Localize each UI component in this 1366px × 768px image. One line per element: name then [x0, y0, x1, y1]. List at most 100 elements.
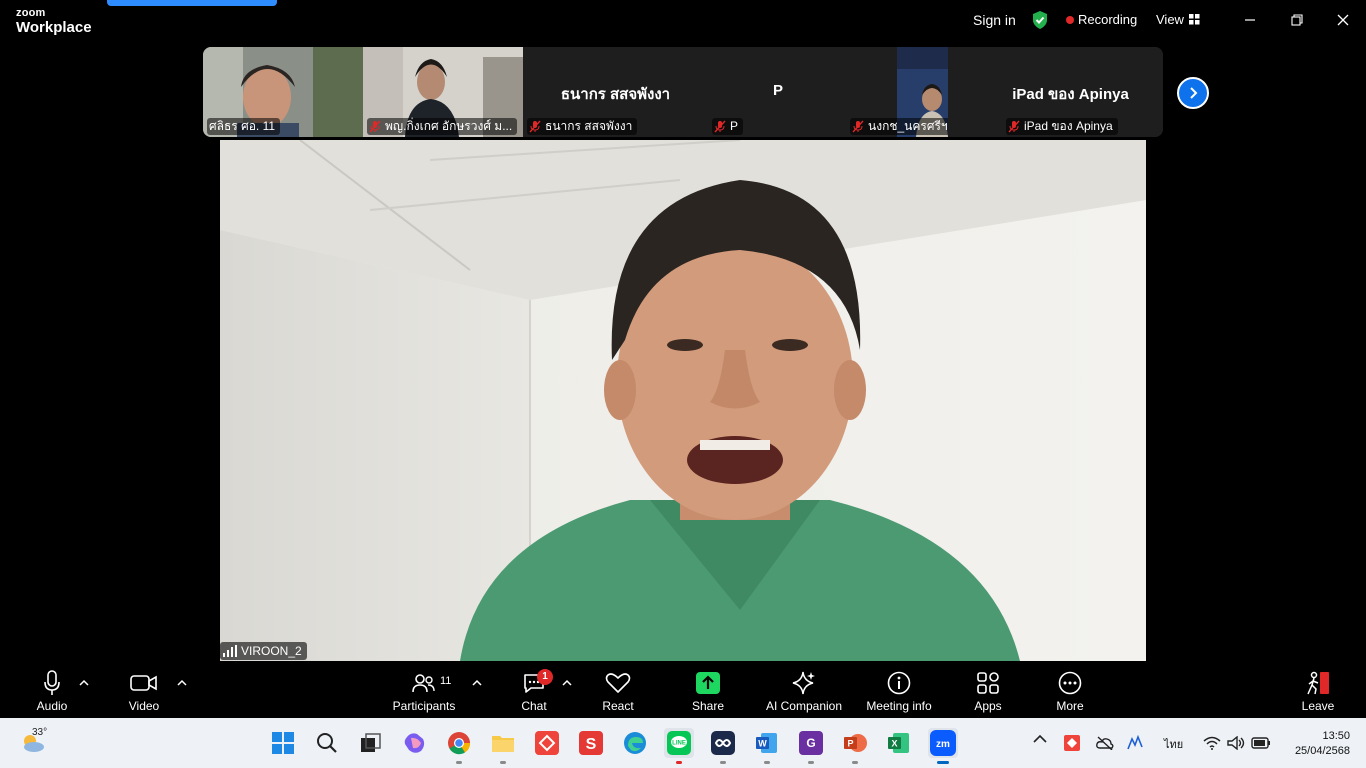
info-icon: [887, 671, 911, 695]
minimize-icon: [1245, 19, 1255, 21]
video-camera-icon: [130, 675, 157, 691]
start-button[interactable]: [268, 728, 298, 758]
audio-label: Audio: [36, 699, 68, 713]
svg-text:P: P: [847, 739, 853, 749]
grid-view-icon[interactable]: [1189, 14, 1200, 25]
svg-text:zm: zm: [936, 739, 950, 750]
more-icon: [1058, 671, 1082, 695]
windows-taskbar: 33° S LINE W G P X zm ไทย 13:50 25/04/25…: [0, 718, 1366, 768]
pdf-app[interactable]: G: [796, 728, 826, 764]
powerpoint-icon: P: [844, 734, 867, 752]
chat-label: Chat: [521, 699, 547, 713]
svg-text:LINE: LINE: [672, 741, 686, 747]
apps-button[interactable]: Apps: [968, 669, 1008, 713]
participant-tile[interactable]: P P: [708, 47, 848, 137]
leave-button[interactable]: Leave: [1298, 669, 1338, 713]
word-app[interactable]: W: [752, 728, 782, 764]
cloud-offline-icon[interactable]: [1096, 736, 1114, 750]
line-app[interactable]: LINE: [664, 728, 694, 764]
recording-label[interactable]: Recording: [1078, 12, 1137, 27]
participant-name: ธนากร สสจพังงา: [527, 118, 638, 135]
meeting-info-button[interactable]: Meeting info: [862, 669, 936, 713]
participants-icon: [412, 674, 435, 693]
battery-charging-icon[interactable]: [1251, 736, 1271, 750]
windows-logo-icon: [272, 732, 294, 754]
zoom-app[interactable]: zm: [928, 728, 958, 764]
restore-button[interactable]: [1285, 8, 1309, 32]
mic-muted-icon: [714, 120, 726, 133]
security-shield-icon[interactable]: [1031, 10, 1049, 30]
participant-name-text: iPad ของ Apinya: [1024, 119, 1113, 133]
audio-button[interactable]: Audio: [30, 669, 74, 713]
participant-tile[interactable]: พญ.กิ่งเกศ อักษรวงศ์ ม...: [363, 47, 523, 137]
active-speaker-video[interactable]: [220, 140, 1146, 661]
running-indicator: [676, 761, 682, 764]
running-indicator: [852, 761, 858, 764]
ugreen-app[interactable]: [708, 728, 738, 764]
wps-icon: S: [579, 731, 603, 755]
sign-in-link[interactable]: Sign in: [973, 12, 1016, 28]
react-button[interactable]: React: [598, 669, 638, 713]
powerpoint-app[interactable]: P: [840, 728, 870, 764]
chat-options-chevron-icon[interactable]: [562, 678, 572, 686]
video-options-chevron-icon[interactable]: [177, 678, 187, 686]
apps-icon: [977, 672, 999, 694]
meeting-toolbar: Audio Video Participants 11 Chat 1 React…: [0, 661, 1366, 718]
anydesk-tray-icon[interactable]: [1064, 735, 1080, 751]
restore-icon: [1291, 14, 1303, 26]
signal-strength-icon: [223, 645, 237, 657]
running-indicator: [937, 761, 949, 764]
participant-big-label: P: [772, 82, 783, 99]
audio-options-chevron-icon[interactable]: [79, 678, 89, 686]
heart-icon: [605, 673, 631, 693]
video-button[interactable]: Video: [122, 669, 166, 713]
meeting-info-label: Meeting info: [866, 699, 932, 713]
wps-app[interactable]: S: [576, 728, 606, 758]
participant-tile[interactable]: ศลิธร ศอ. 11: [203, 47, 363, 137]
react-label: React: [602, 699, 634, 713]
file-explorer-app[interactable]: [488, 728, 518, 764]
edge-app[interactable]: [620, 728, 650, 758]
leave-label: Leave: [1301, 699, 1335, 713]
search-button[interactable]: [312, 728, 342, 758]
ai-companion-button[interactable]: AI Companion: [762, 669, 846, 713]
more-button[interactable]: More: [1050, 669, 1090, 713]
apps-label: Apps: [974, 699, 1002, 713]
clock-time: 13:50: [1322, 730, 1350, 742]
svg-text:S: S: [586, 736, 597, 753]
excel-app[interactable]: X: [884, 728, 914, 758]
recording-dot-icon: [1066, 16, 1074, 24]
speaker-name-label: VIROON_2: [220, 642, 307, 660]
brand-zoom: zoom: [16, 7, 46, 19]
volume-icon[interactable]: [1227, 736, 1245, 750]
svg-text:G: G: [806, 736, 815, 750]
task-view-button[interactable]: [356, 728, 386, 758]
participant-tile[interactable]: นงกช_นครศรีฯ: [848, 47, 948, 137]
view-button[interactable]: View: [1156, 12, 1184, 27]
pen-input-icon[interactable]: [1126, 735, 1146, 751]
share-label: Share: [691, 699, 725, 713]
mic-muted-icon: [529, 120, 541, 133]
participant-name-text: นงกช_นครศรีฯ: [868, 119, 948, 133]
folder-icon: [492, 736, 514, 752]
copilot-app[interactable]: [400, 728, 430, 758]
minimize-button[interactable]: [1238, 8, 1262, 32]
input-language[interactable]: ไทย: [1164, 735, 1183, 753]
tray-overflow-chevron-icon[interactable]: [1033, 734, 1047, 744]
svg-text:X: X: [891, 739, 897, 749]
close-button[interactable]: [1331, 8, 1355, 32]
participant-name-text: ธนากร สสจพังงา: [545, 119, 633, 133]
excel-icon: X: [888, 733, 909, 753]
participants-options-chevron-icon[interactable]: [472, 678, 482, 686]
anydesk-app[interactable]: [532, 728, 562, 758]
task-view-icon: [361, 733, 381, 752]
participant-tile[interactable]: ธนากร สสจพังงา ธนากร สสจพังงา: [523, 47, 708, 137]
wifi-icon[interactable]: [1203, 736, 1221, 750]
chrome-app[interactable]: [444, 728, 474, 764]
app-logo: zoom Workplace: [16, 7, 92, 36]
share-button[interactable]: Share: [688, 669, 728, 713]
speaker-video-frame: [220, 140, 1146, 661]
system-clock[interactable]: 13:50 25/04/2568: [1282, 729, 1350, 759]
participant-tile[interactable]: iPad ของ Apinya iPad ของ Apinya: [948, 47, 1163, 137]
next-page-button[interactable]: [1177, 77, 1209, 109]
